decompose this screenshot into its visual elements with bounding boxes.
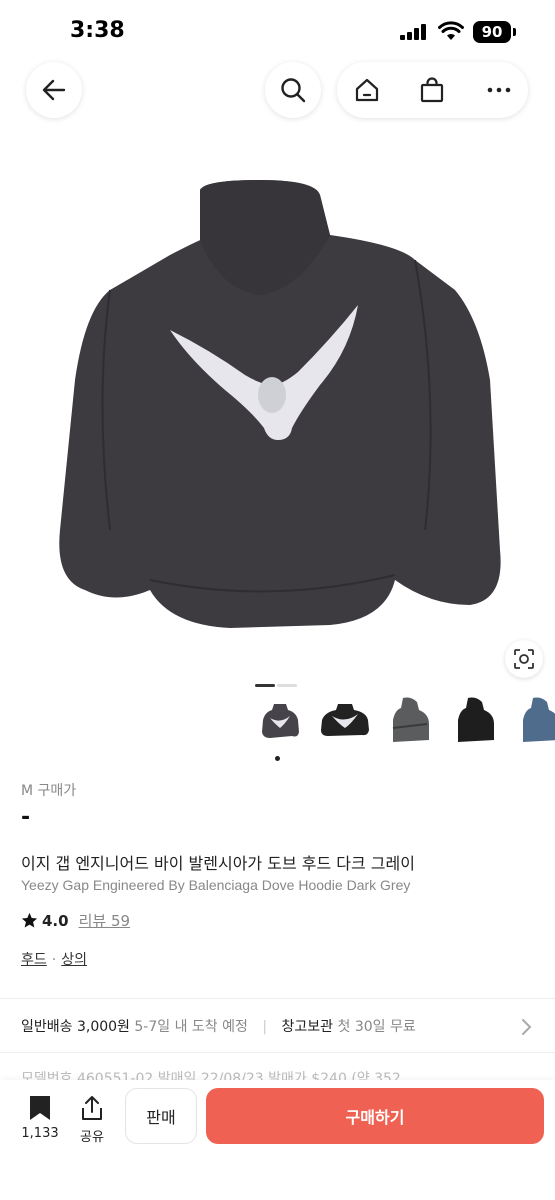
warehouse-note: 첫 30일 무료 xyxy=(337,1019,416,1035)
product-name-ko: 이지 갭 엔지니어드 바이 발렌시아가 도브 후드 다크 그레이 xyxy=(21,854,415,873)
sell-button[interactable]: 판매 xyxy=(125,1088,197,1144)
thumbnail-strip xyxy=(250,692,555,752)
share-button[interactable]: 공유 xyxy=(74,1094,110,1145)
buy-button[interactable]: 구매하기 xyxy=(206,1088,544,1144)
size-price-label[interactable]: M 구매가 xyxy=(21,780,76,800)
home-icon xyxy=(355,78,379,102)
shopping-bag-icon xyxy=(420,77,444,103)
nav-pill xyxy=(337,62,528,118)
wifi-icon xyxy=(438,21,464,40)
category-breadcrumb: 후드 · 상의 xyxy=(21,949,87,969)
more-icon xyxy=(487,87,511,93)
divider xyxy=(0,998,555,999)
status-bar: 3:38 90 xyxy=(0,0,555,62)
product-name-en: Yeezy Gap Engineered By Balenciaga Dove … xyxy=(21,877,411,893)
rating-score: 4.0 xyxy=(42,911,69,930)
search-icon xyxy=(281,78,306,103)
shipping-eta: 5-7일 내 도착 예정 xyxy=(134,1019,248,1035)
image-pager xyxy=(255,672,299,691)
image-search-button[interactable] xyxy=(505,640,543,678)
category-link-tops[interactable]: 상의 xyxy=(61,952,87,968)
more-button[interactable] xyxy=(485,76,513,104)
search-button[interactable] xyxy=(265,62,321,118)
share-label: 공유 xyxy=(80,1130,104,1145)
thumbnail-black-side[interactable] xyxy=(445,692,504,748)
review-link[interactable]: 리뷰 59 xyxy=(79,910,130,931)
cart-button[interactable] xyxy=(418,76,446,104)
price-value: - xyxy=(21,805,31,830)
thumbnail-black-back[interactable] xyxy=(315,692,374,748)
category-link-hoodie[interactable]: 후드 xyxy=(21,952,47,968)
category-separator: · xyxy=(51,952,57,968)
status-time: 3:38 xyxy=(70,18,125,43)
shipping-row[interactable]: 일반배송 3,000원 5-7일 내 도착 예정 | 창고보관 첫 30일 무료 xyxy=(21,1016,416,1036)
thumbnail-grey-side[interactable] xyxy=(380,692,439,748)
pager-indicator-active xyxy=(255,684,275,687)
thumbnail-blue-side[interactable] xyxy=(510,692,555,748)
rating-row: 4.0 리뷰 59 xyxy=(21,910,130,931)
home-button[interactable] xyxy=(353,76,381,104)
chevron-right-icon[interactable] xyxy=(520,1017,534,1037)
star-icon xyxy=(21,912,38,928)
signal-icon xyxy=(400,24,426,40)
divider xyxy=(0,1052,555,1053)
thumbnail-dark-grey-back[interactable] xyxy=(250,692,309,748)
thumbnail-selected-indicator xyxy=(275,756,280,761)
shipping-separator: | xyxy=(262,1019,268,1035)
warehouse-label: 창고보관 xyxy=(281,1019,334,1035)
wishlist-button[interactable]: 1,133 xyxy=(20,1094,60,1141)
back-button[interactable] xyxy=(26,62,82,118)
battery-indicator: 90 xyxy=(473,21,516,43)
shipping-standard-label: 일반배송 3,000원 xyxy=(21,1019,130,1035)
arrow-left-icon xyxy=(42,79,66,101)
share-icon xyxy=(82,1096,102,1120)
lens-icon xyxy=(514,649,534,669)
wishlist-count: 1,133 xyxy=(21,1126,59,1141)
pager-indicator xyxy=(277,684,297,687)
bookmark-icon xyxy=(30,1096,50,1120)
product-image[interactable] xyxy=(0,150,555,670)
bottom-action-bar: 1,133 공유 판매 구매하기 xyxy=(0,1080,555,1200)
